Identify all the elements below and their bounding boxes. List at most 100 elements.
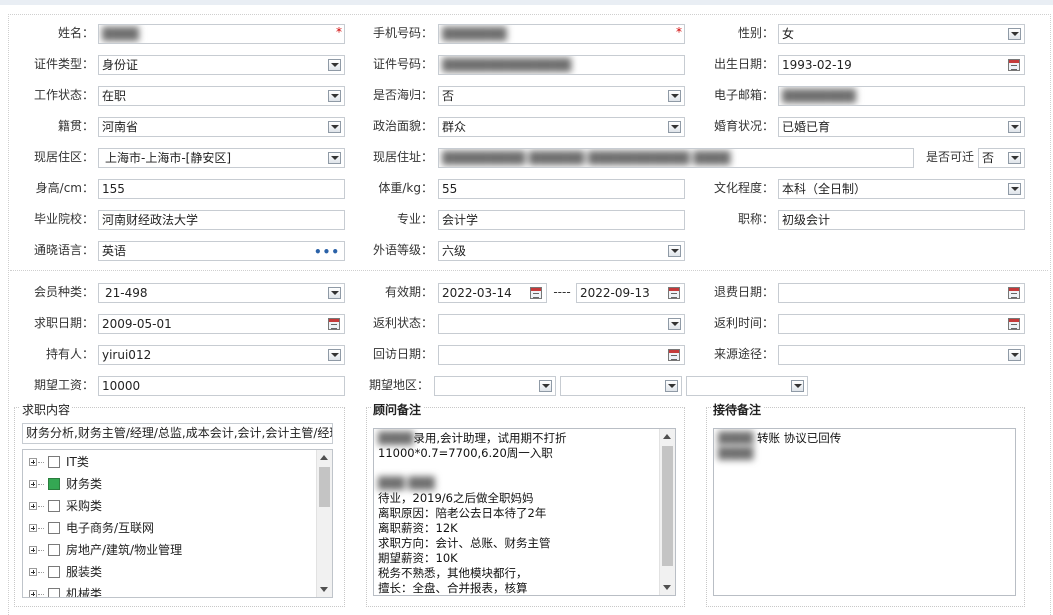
job-content-summary[interactable]: 财务分析,财务主管/经理/总监,成本会计,会计,会计主管/经理 xyxy=(22,423,333,444)
expand-icon[interactable] xyxy=(29,502,37,510)
major-label: 专业： xyxy=(396,212,433,226)
calendar-icon[interactable] xyxy=(530,287,542,299)
expand-icon[interactable] xyxy=(29,524,37,532)
chevron-down-icon[interactable] xyxy=(328,349,341,361)
chevron-down-icon[interactable] xyxy=(668,245,681,257)
refund-date-input[interactable] xyxy=(778,283,1025,303)
scroll-up-icon[interactable] xyxy=(663,434,671,439)
education-label: 文化程度： xyxy=(713,181,774,195)
checkbox[interactable] xyxy=(48,500,60,512)
calendar-icon[interactable] xyxy=(668,349,680,361)
advisor-note-textarea[interactable]: ████录用,会计助理，试用期不打折 11000*0.7=7700,6.20周一… xyxy=(373,428,676,596)
chevron-down-icon[interactable] xyxy=(328,152,341,164)
checkbox[interactable] xyxy=(48,566,60,578)
expand-icon[interactable] xyxy=(29,480,37,488)
tree-item-label: 财务类 xyxy=(66,477,103,491)
chevron-down-icon[interactable] xyxy=(791,380,804,392)
checkbox[interactable] xyxy=(48,456,60,468)
id-number-input[interactable]: ██████████████ xyxy=(438,55,685,75)
height-input[interactable]: 155 xyxy=(98,179,345,199)
id-type-select[interactable]: 身份证 xyxy=(98,55,345,75)
calendar-icon[interactable] xyxy=(1008,59,1020,71)
work-status-select[interactable]: 在职 xyxy=(98,86,345,106)
checkbox[interactable] xyxy=(48,544,60,556)
chevron-down-icon[interactable] xyxy=(1008,349,1021,361)
valid-start-input[interactable]: 2022-03-14 xyxy=(438,283,547,303)
more-icon[interactable]: ••• xyxy=(314,243,340,260)
language-level-select[interactable]: 六级 xyxy=(438,241,685,261)
chevron-down-icon[interactable] xyxy=(1008,152,1021,164)
rebate-time-input[interactable] xyxy=(778,314,1025,334)
education-select[interactable]: 本科（全日制） xyxy=(778,179,1025,199)
chevron-down-icon[interactable] xyxy=(1008,183,1021,195)
chevron-down-icon[interactable] xyxy=(328,59,341,71)
birth-date-input[interactable]: 1993-02-19 xyxy=(778,55,1025,75)
chevron-down-icon[interactable] xyxy=(328,121,341,133)
member-type-select[interactable]: 21-498 xyxy=(98,283,345,303)
overseas-select[interactable]: 否 xyxy=(438,86,685,106)
expected-salary-input[interactable]: 10000 xyxy=(98,376,345,396)
relocatable-select[interactable]: 否 xyxy=(978,148,1025,168)
gender-select[interactable]: 女 xyxy=(778,24,1025,44)
calendar-icon[interactable] xyxy=(328,318,340,330)
scroll-thumb[interactable] xyxy=(662,446,673,566)
chevron-down-icon[interactable] xyxy=(668,90,681,102)
advisor-note-line: 税务不熟悉，其他模块都行， xyxy=(378,566,528,580)
chevron-down-icon[interactable] xyxy=(539,380,552,392)
native-place-select[interactable]: 河南省 xyxy=(98,117,345,137)
name-input[interactable]: ████ xyxy=(98,24,345,44)
expand-icon[interactable] xyxy=(29,546,37,554)
region-city-select[interactable] xyxy=(560,376,682,396)
scroll-up-icon[interactable] xyxy=(320,455,328,460)
major-input[interactable]: 会计学 xyxy=(438,210,685,230)
phone-input[interactable]: ███████ xyxy=(438,24,685,44)
email-input[interactable]: ████████ xyxy=(778,86,1025,106)
weight-input[interactable]: 55 xyxy=(438,179,685,199)
holder-select[interactable]: yirui012 xyxy=(98,345,345,365)
school-input[interactable]: 河南财经政法大学 xyxy=(98,210,345,230)
title-input[interactable]: 初级会计 xyxy=(778,210,1025,230)
marital-select[interactable]: 已婚已育 xyxy=(778,117,1025,137)
visit-date-input[interactable] xyxy=(438,345,685,365)
chevron-down-icon[interactable] xyxy=(665,380,678,392)
chevron-down-icon[interactable] xyxy=(328,287,341,299)
expand-icon[interactable] xyxy=(29,458,37,466)
expand-icon[interactable] xyxy=(29,590,37,597)
chevron-down-icon[interactable] xyxy=(328,90,341,102)
rebate-status-select[interactable] xyxy=(438,314,685,334)
scrollbar[interactable] xyxy=(316,450,332,597)
valid-end-input[interactable]: 2022-09-13 xyxy=(576,283,685,303)
calendar-icon[interactable] xyxy=(1008,287,1020,299)
checkbox[interactable] xyxy=(48,588,60,597)
job-category-tree[interactable]: IT类 财务类 采购类 电子商务/互联网 房地产/建筑/物业管理 服装类 机械类 xyxy=(22,449,333,598)
calendar-icon[interactable] xyxy=(668,287,680,299)
source-label: 来源途径： xyxy=(713,347,774,361)
scroll-thumb[interactable] xyxy=(319,467,330,507)
scrollbar[interactable] xyxy=(659,429,675,595)
source-select[interactable] xyxy=(778,345,1025,365)
name-label: 姓名： xyxy=(57,26,94,40)
chevron-down-icon[interactable] xyxy=(1008,121,1021,133)
chevron-down-icon[interactable] xyxy=(668,121,681,133)
tree-item-label: 采购类 xyxy=(66,499,103,513)
tree-connector xyxy=(38,462,44,463)
major-value: 会计学 xyxy=(442,213,479,227)
checkbox[interactable] xyxy=(48,522,60,534)
scroll-down-icon[interactable] xyxy=(663,585,671,590)
region-district-select[interactable] xyxy=(686,376,808,396)
job-date-input[interactable]: 2009-05-01 xyxy=(98,314,345,334)
chevron-down-icon[interactable] xyxy=(668,318,681,330)
political-select[interactable]: 群众 xyxy=(438,117,685,137)
residence-address-input[interactable]: █████████ ██████ ███████████ ████ xyxy=(438,148,914,168)
language-input[interactable]: 英语 ••• xyxy=(98,241,345,261)
residence-area-select[interactable]: 上海市-上海市-[静安区] xyxy=(98,148,345,168)
expand-icon[interactable] xyxy=(29,568,37,576)
period-separator: ---- xyxy=(553,285,571,299)
scroll-down-icon[interactable] xyxy=(320,587,328,592)
language-level-value: 六级 xyxy=(442,244,467,258)
chevron-down-icon[interactable] xyxy=(1008,28,1021,40)
region-province-select[interactable] xyxy=(434,376,556,396)
reception-note-textarea[interactable]: ████ 转账 协议已回传 ████ xyxy=(713,428,1016,596)
calendar-icon[interactable] xyxy=(1008,318,1020,330)
checkbox-checked[interactable] xyxy=(48,478,60,490)
